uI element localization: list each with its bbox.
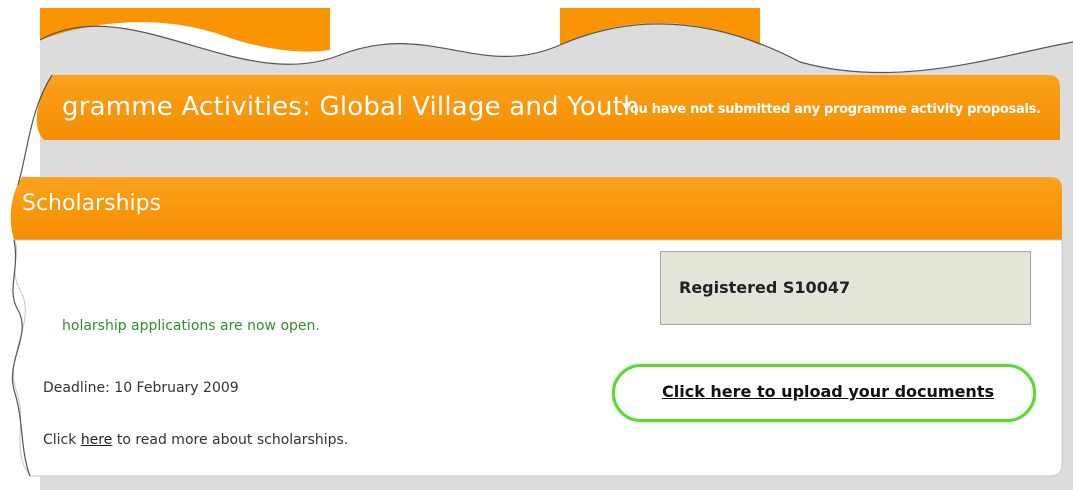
registration-box: Registered S10047 [660, 251, 1031, 325]
read-more-link[interactable]: here [81, 432, 113, 448]
programme-status-text: You have not submitted any programme act… [622, 102, 1041, 117]
read-more-suffix: to read more about scholarships. [112, 432, 349, 448]
screenshot-page: gramme Activities: Global Village and Yo… [0, 0, 1073, 490]
registration-number: Registered S10047 [679, 278, 851, 297]
applications-open-notice: holarship applications are now open. [62, 318, 320, 334]
scholarships-panel-header [10, 177, 1063, 240]
scholarships-panel-title: Scholarships [22, 191, 162, 216]
upload-documents-link[interactable]: Click here to upload your documents [662, 382, 994, 401]
deadline-text: Deadline: 10 February 2009 [43, 380, 239, 396]
read-more-prefix: Click [43, 432, 81, 448]
programme-panel-title: gramme Activities: Global Village and Yo… [62, 92, 640, 122]
read-more-line: Click here to read more about scholarshi… [43, 432, 348, 448]
